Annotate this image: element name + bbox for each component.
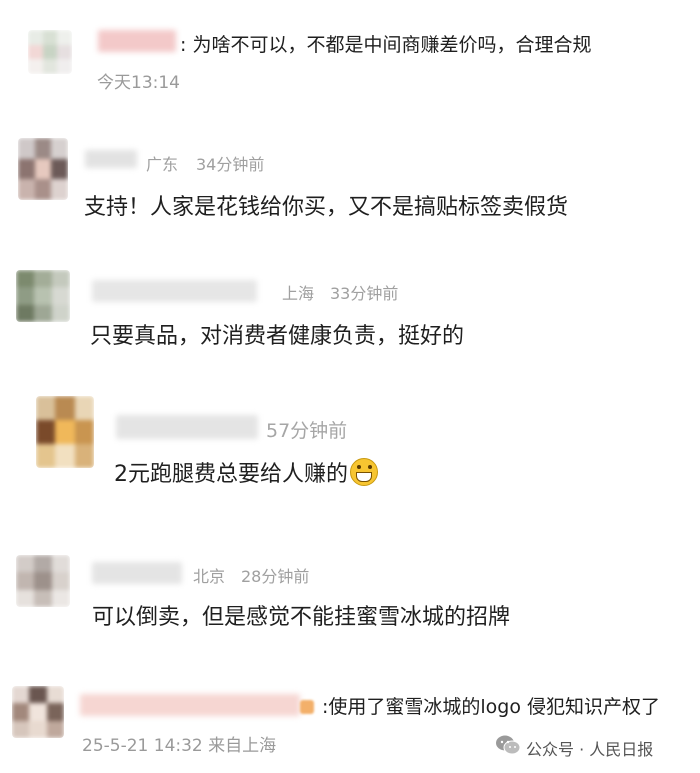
- username[interactable]: [80, 694, 300, 716]
- comment-text: 2元跑腿费总要给人赚的: [114, 456, 378, 488]
- avatar[interactable]: [16, 555, 70, 607]
- comment-time: 57分钟前: [266, 420, 348, 442]
- username[interactable]: [98, 30, 176, 52]
- comment-time: 25-5-21 14:32 来自上海: [82, 736, 277, 756]
- avatar[interactable]: [28, 30, 72, 74]
- avatar[interactable]: [16, 270, 70, 322]
- badge-icon: [300, 700, 314, 714]
- comment-region: 上海: [282, 284, 315, 303]
- comment-time: 28分钟前: [241, 567, 310, 586]
- watermark-label: 公众号 · 人民日报: [526, 740, 654, 759]
- comment-time: 33分钟前: [330, 284, 399, 303]
- comment-text: 支持！人家是花钱给你买，又不是搞贴标签卖假货: [84, 195, 569, 220]
- username[interactable]: [116, 415, 258, 439]
- comment-time: 今天13:14: [97, 73, 180, 93]
- username[interactable]: [92, 280, 257, 302]
- comment-region: 广东: [146, 155, 179, 174]
- comment-text: :使用了蜜雪冰城的logo 侵犯知识产权了: [322, 696, 661, 718]
- grinning-face-icon: [350, 458, 378, 486]
- avatar[interactable]: [12, 686, 64, 738]
- comment-text: : 为啥不可以，不都是中间商赚差价吗，合理合规: [180, 34, 592, 56]
- username[interactable]: [85, 150, 137, 168]
- avatar[interactable]: [18, 138, 68, 200]
- comment-text: 只要真品，对消费者健康负责，挺好的: [90, 324, 465, 349]
- comment-text-body: 2元跑腿费总要给人赚的: [114, 462, 348, 487]
- wechat-icon: [495, 734, 521, 756]
- avatar[interactable]: [36, 396, 94, 468]
- comment-time: 34分钟前: [196, 155, 265, 174]
- comment-region: 北京: [193, 567, 226, 586]
- username[interactable]: [92, 562, 182, 584]
- comment-text: 可以倒卖，但是感觉不能挂蜜雪冰城的招牌: [92, 605, 511, 630]
